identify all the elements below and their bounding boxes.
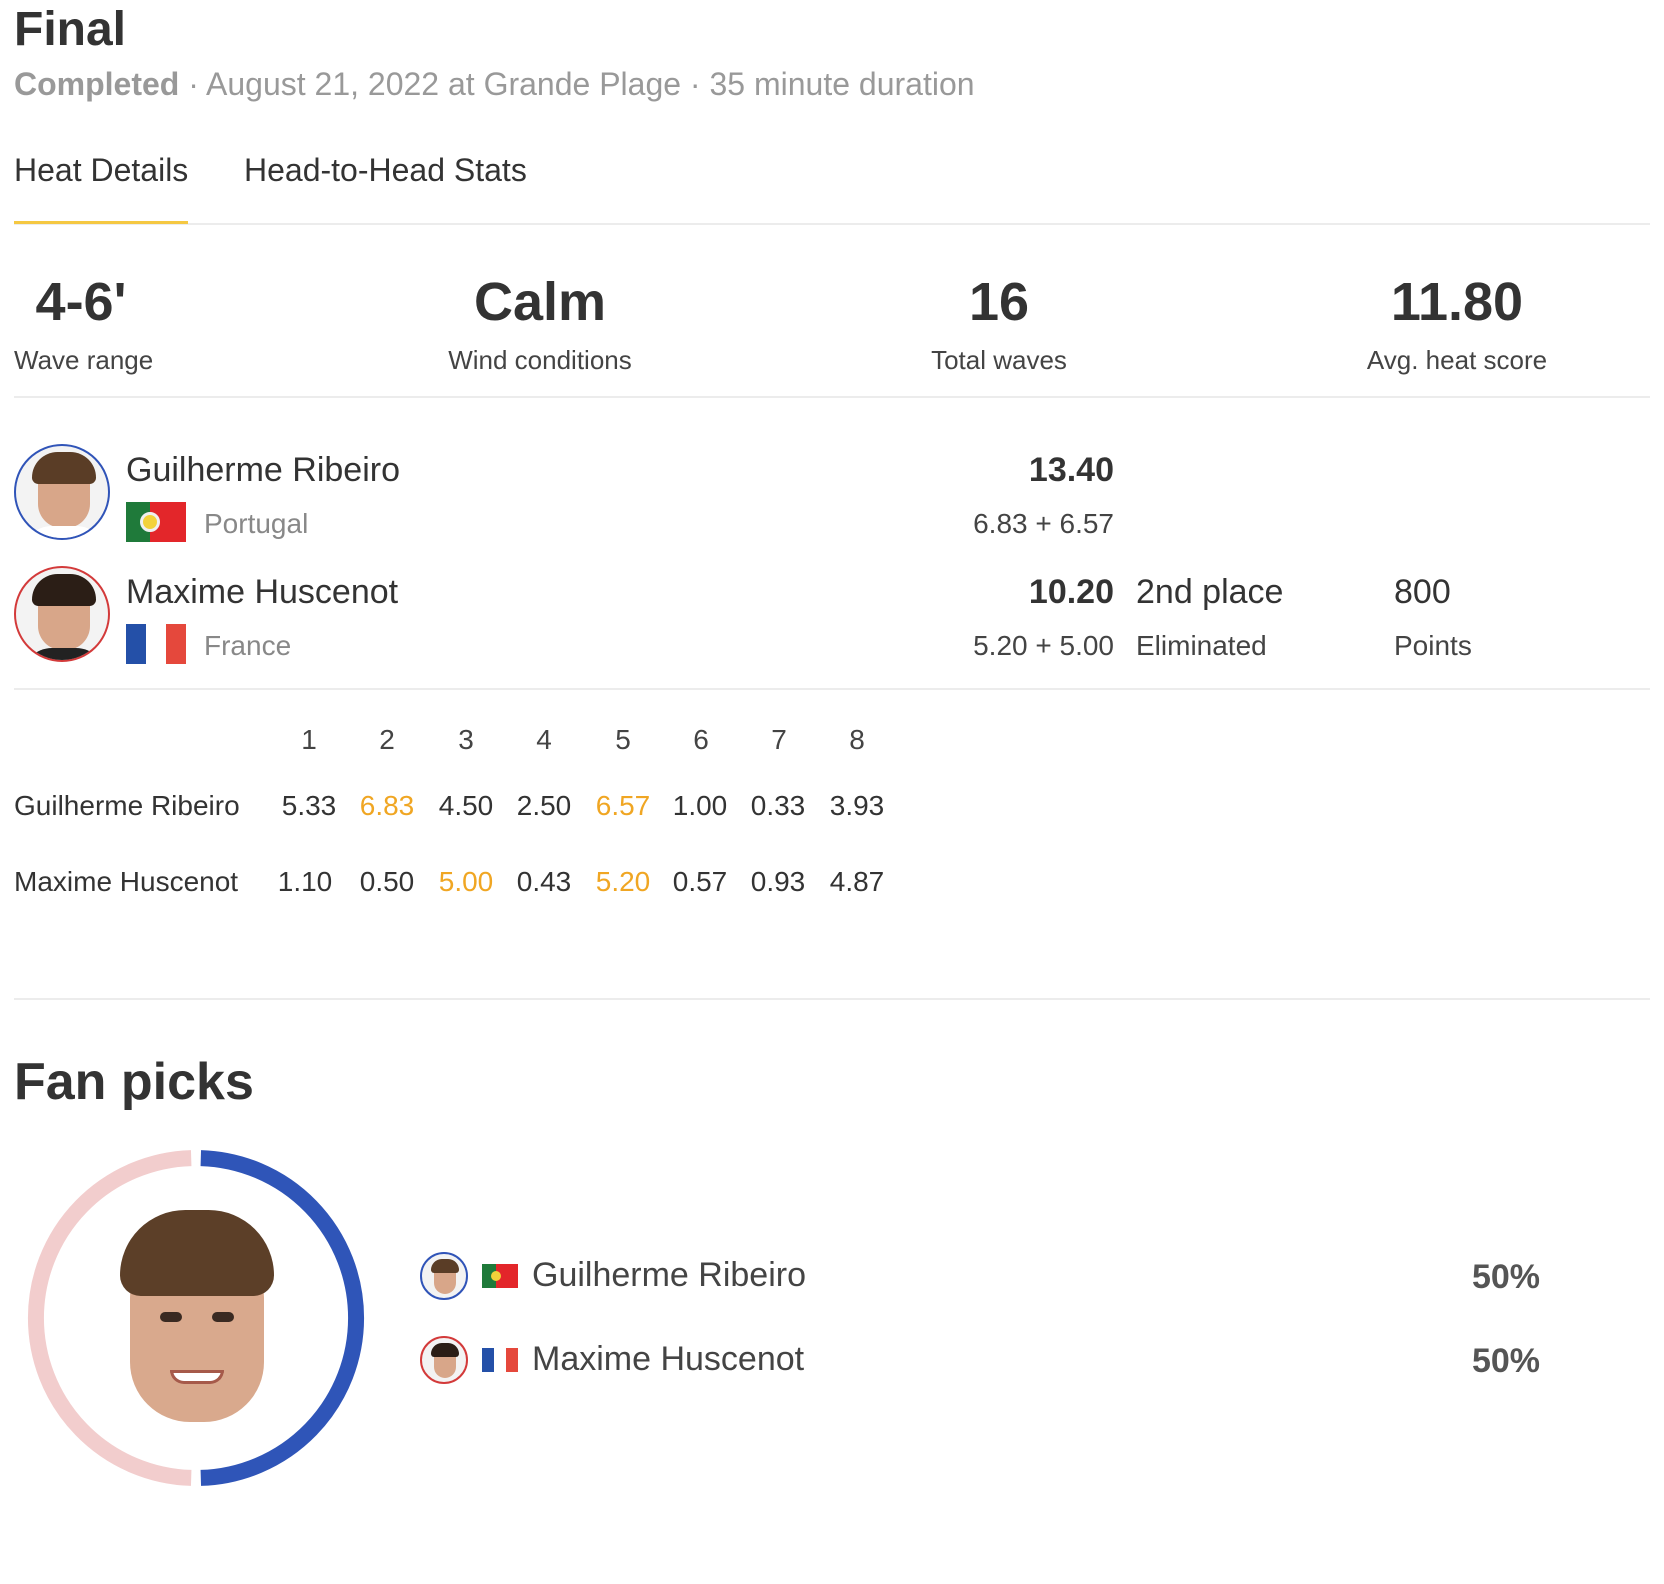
tab-bar: Heat Details Head-to-Head Stats [14, 145, 1650, 225]
fan-pick-percent: 50% [1471, 1342, 1540, 1380]
wave-header: 8 [849, 724, 865, 755]
athlete-counting-waves: 6.83 + 6.57 [973, 508, 1114, 539]
athlete-total-score: 13.40 [1028, 451, 1114, 489]
athlete-counting-waves: 5.20 + 5.00 [973, 630, 1114, 661]
table-row-athlete-name: Guilherme Ribeiro [14, 790, 240, 821]
athlete-place-status: Eliminated [1136, 630, 1267, 661]
athlete-row-maxime-huscenot[interactable]: Maxime Huscenot France 10.20 5.20 + 5.00… [14, 566, 1650, 686]
wave-score: 1.00 [672, 790, 728, 821]
france-flag-icon [482, 1348, 518, 1372]
wave-score: 5.33 [281, 790, 337, 821]
avatar [420, 1336, 468, 1384]
portugal-flag-icon [482, 1264, 518, 1288]
stat-label: Wind conditions [448, 345, 632, 375]
wave-scores-table: 1 2 3 4 5 6 7 8 Guilherme Ribeiro 5.33 6… [14, 720, 914, 940]
athlete-name[interactable]: Maxime Huscenot [126, 570, 398, 614]
fan-pick-guilherme-ribeiro[interactable]: Guilherme Ribeiro 50% [420, 1252, 1540, 1308]
stat-value: 16 [968, 272, 1030, 332]
fan-picks-title: Fan picks [14, 1053, 254, 1111]
avatar-hair [32, 574, 96, 606]
avatar-shirt [22, 526, 106, 538]
wave-score: 5.20 [595, 866, 651, 897]
wave-score: 3.93 [829, 790, 885, 821]
avatar-mouth [170, 1370, 224, 1384]
avatar-hair [120, 1210, 274, 1296]
page-title: Final [14, 3, 127, 56]
wave-header: 2 [379, 724, 395, 755]
wave-score: 6.57 [595, 790, 651, 821]
fan-pick-name: Maxime Huscenot [532, 1340, 805, 1378]
stat-label: Wave range [14, 345, 154, 375]
athlete-points-label: Points [1394, 630, 1472, 661]
heat-page: Final Completed · August 21, 2022 at Gra… [14, 0, 1650, 1584]
wave-header: 3 [458, 724, 474, 755]
wave-score: 0.50 [359, 866, 415, 897]
athlete-place: 2nd place [1136, 573, 1284, 611]
wave-score: 0.43 [516, 866, 572, 897]
divider [14, 998, 1650, 1000]
stat-label: Total waves [931, 345, 1067, 375]
wave-header: 5 [615, 724, 631, 755]
portugal-flag-icon [126, 502, 186, 542]
fan-favorite-avatar [112, 1210, 282, 1430]
heat-stats: 4-6' Wave range Calm Wind conditions 16 … [14, 270, 1650, 410]
wave-score: 4.87 [829, 866, 885, 897]
stat-wave-range: 4-6' Wave range [14, 270, 154, 380]
wave-score: 1.10 [277, 866, 333, 897]
stat-wind-conditions: Calm Wind conditions [440, 270, 640, 380]
wave-score: 0.33 [750, 790, 806, 821]
stat-label: Avg. heat score [1366, 345, 1548, 375]
wave-score: 0.93 [750, 866, 806, 897]
heat-details: · August 21, 2022 at Grande Plage · 35 m… [179, 66, 975, 102]
heat-subtitle: Completed · August 21, 2022 at Grande Pl… [14, 64, 975, 104]
heat-status: Completed [14, 66, 180, 102]
tab-heat-details[interactable]: Heat Details [14, 145, 189, 224]
wave-score: 4.50 [438, 790, 494, 821]
avatar-eye [212, 1312, 234, 1322]
stat-avg-heat-score: 11.80 Avg. heat score [1364, 270, 1550, 380]
athlete-row-guilherme-ribeiro[interactable]: Guilherme Ribeiro Portugal 13.40 6.83 + … [14, 444, 1650, 564]
athlete-total-score: 10.20 [1028, 573, 1114, 611]
wave-header: 1 [301, 724, 317, 755]
wave-score: 2.50 [516, 790, 572, 821]
wave-header: 4 [536, 724, 552, 755]
table-row-athlete-name: Maxime Huscenot [14, 866, 239, 897]
wave-header: 7 [771, 724, 787, 755]
athlete-country: France [204, 630, 292, 661]
athlete-country: Portugal [204, 508, 309, 539]
fan-pick-maxime-huscenot[interactable]: Maxime Huscenot 50% [420, 1336, 1540, 1392]
fan-pick-percent: 50% [1471, 1258, 1540, 1296]
stat-value: 4-6' [35, 272, 127, 332]
avatar-hair [32, 452, 96, 484]
france-flag-icon [126, 624, 186, 664]
divider [14, 688, 1650, 690]
athlete-points: 800 [1394, 573, 1451, 611]
avatar [420, 1252, 468, 1300]
avatar[interactable] [14, 444, 110, 540]
stat-value: Calm [473, 272, 607, 332]
avatar-shirt [22, 648, 106, 660]
athlete-name[interactable]: Guilherme Ribeiro [126, 448, 400, 492]
wave-header: 6 [693, 724, 709, 755]
avatar-eye [160, 1312, 182, 1322]
wave-score: 6.83 [359, 790, 415, 821]
divider [14, 396, 1650, 398]
stat-value: 11.80 [1390, 272, 1524, 332]
avatar[interactable] [14, 566, 110, 662]
wave-score: 5.00 [438, 866, 494, 897]
tab-head-to-head-stats[interactable]: Head-to-Head Stats [244, 145, 527, 195]
stat-total-waves: 16 Total waves [914, 270, 1084, 380]
wave-score: 0.57 [672, 866, 728, 897]
fan-pick-name: Guilherme Ribeiro [532, 1256, 806, 1294]
